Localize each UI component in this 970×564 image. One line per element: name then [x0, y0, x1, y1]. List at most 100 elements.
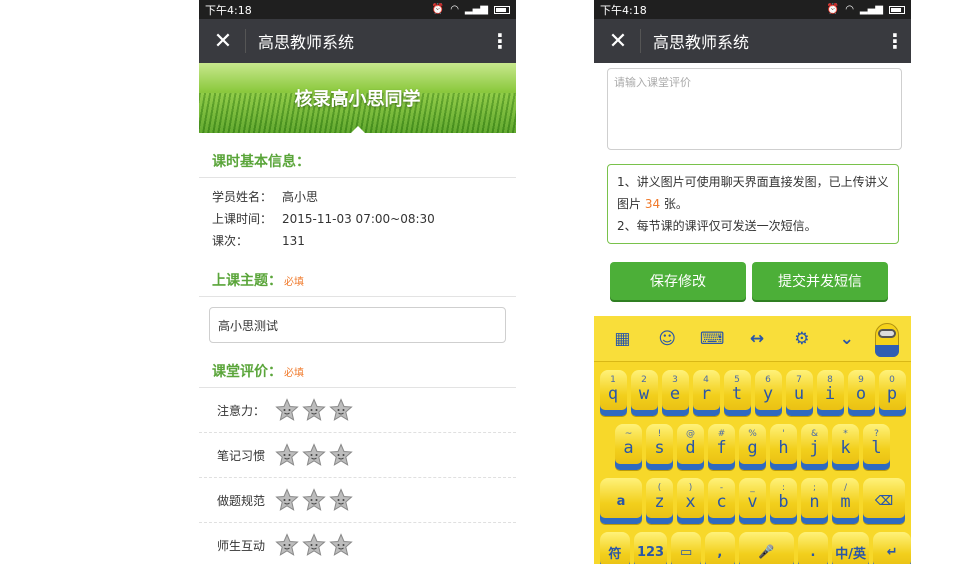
key-a[interactable]: ~ a — [615, 424, 642, 470]
topic-title: 上课主题： 必填 — [199, 252, 516, 297]
key-p[interactable]: 0p — [878, 370, 906, 416]
upload-notice: 1、讲义图片可使用聊天界面直接发图，已上传讲义图片 34 张。 2、每节课的课评… — [607, 164, 899, 244]
star-icon[interactable] — [275, 398, 299, 422]
backspace-icon: ⌫ — [874, 493, 894, 509]
action-buttons: 保存修改 提交并发短信 — [610, 262, 911, 300]
key-e[interactable]: 3e — [661, 370, 689, 416]
star-icon[interactable] — [329, 533, 353, 557]
key-k[interactable]: * k — [832, 424, 859, 470]
star-icon[interactable] — [329, 398, 353, 422]
settings-icon[interactable]: ⚙ — [779, 329, 824, 349]
star-icon[interactable] — [329, 488, 353, 512]
space-voice-key[interactable]: 🎤 — [738, 532, 795, 564]
star-icon[interactable] — [302, 533, 326, 557]
uploaded-count: 34 — [644, 197, 661, 211]
status-time: 下午4:18 — [205, 3, 252, 17]
key-c[interactable]: -c — [708, 478, 735, 524]
info-row-name: 学员姓名： 高小思 — [212, 190, 319, 204]
right-phone-screen: 下午4:18 ⏰ ◠ ▂▄▆ ✕ 高思教师系统 ⋮ 请输入课堂评价 1、讲义图片… — [594, 0, 911, 564]
clipboard-key[interactable]: ▭ — [671, 532, 702, 564]
status-bar: 下午4:18 ⏰ ◠ ▂▄▆ — [594, 0, 911, 19]
key-r[interactable]: 4r — [692, 370, 720, 416]
key-b[interactable]: :b — [770, 478, 797, 524]
star-icon[interactable] — [302, 488, 326, 512]
star-icon[interactable] — [275, 488, 299, 512]
star-icon[interactable] — [302, 398, 326, 422]
key-w[interactable]: 2w — [630, 370, 658, 416]
key-q[interactable]: 1q — [599, 370, 627, 416]
rating-row: 笔记习惯 — [199, 433, 516, 478]
collapse-icon[interactable]: ⌄ — [824, 329, 869, 349]
key-z[interactable]: (z — [646, 478, 673, 524]
emoji-icon[interactable]: ☺ — [645, 329, 690, 349]
more-options-icon[interactable]: ⋮ — [885, 29, 905, 53]
key-row-bottom: 符 123 ▭ , 🎤 . 中/英 ↵ — [594, 532, 911, 564]
key-row-2: ~ a! s @ d # f% g ' h & j * k? l — [594, 424, 911, 470]
star-rating — [275, 443, 353, 467]
signal-icon: ▂▄▆ — [464, 4, 488, 15]
key-row-1: 1q2w3e4r5t6y7u8i9o0p — [594, 370, 911, 416]
app-title: 高思教师系统 — [258, 33, 355, 52]
save-button[interactable]: 保存修改 — [610, 262, 746, 300]
comma-key[interactable]: , — [705, 532, 735, 564]
basic-info-list: 学员姓名： 高小思 上课时间： 2015-11-03 07:00~08:30 课次：… — [199, 178, 516, 252]
divider — [245, 29, 246, 53]
evaluation-textarea[interactable]: 请输入课堂评价 — [607, 68, 902, 150]
minion-mascot-icon — [869, 319, 905, 359]
close-icon[interactable]: ✕ — [209, 29, 237, 54]
enter-key[interactable]: ↵ — [873, 532, 911, 564]
key-f[interactable]: # f — [708, 424, 735, 470]
microphone-icon: 🎤 — [758, 544, 775, 560]
key-v[interactable]: _ v — [739, 478, 766, 524]
rating-label: 做题规范 — [217, 493, 266, 508]
key-x[interactable]: ) x — [677, 478, 704, 524]
star-rating — [275, 488, 353, 512]
info-row-lesson: 课次： 131 — [212, 234, 305, 248]
required-tag: 必填 — [284, 368, 304, 379]
star-icon[interactable] — [275, 533, 299, 557]
evaluation-title: 课堂评价： 必填 — [199, 343, 516, 388]
key-row-3: a (z) x - c _ v: b; n / m ⌫ — [594, 478, 911, 524]
cursor-icon[interactable]: ↔ — [735, 329, 780, 349]
alarm-icon: ⏰ — [826, 4, 840, 15]
topic-input[interactable]: 高小思测试 — [209, 307, 506, 343]
symbols-key[interactable]: 符 — [600, 532, 630, 564]
shift-key[interactable]: a — [600, 478, 642, 524]
wifi-icon: ◠ — [450, 4, 459, 15]
keyboard-toolbar: ▦ ☺ ⌨ ↔ ⚙ ⌄ — [594, 316, 911, 362]
soft-keyboard: ▦ ☺ ⌨ ↔ ⚙ ⌄ 1q2w3e4r5t6y7u8i9o0p ~ a! s @ d #… — [594, 316, 911, 564]
key-d[interactable]: @ d — [677, 424, 704, 470]
star-icon[interactable] — [302, 443, 326, 467]
period-key[interactable]: . — [798, 532, 828, 564]
star-rating — [275, 398, 353, 422]
more-options-icon[interactable]: ⋮ — [490, 29, 510, 53]
key-l[interactable]: ? l — [863, 424, 890, 470]
key-t[interactable]: 5t — [723, 370, 751, 416]
keyboard-icon[interactable]: ⌨ — [690, 329, 735, 349]
backspace-key[interactable]: ⌫ — [863, 478, 905, 524]
language-switch-key[interactable]: 中/英 — [831, 532, 870, 564]
star-icon[interactable] — [275, 443, 299, 467]
key-h[interactable]: ' h — [770, 424, 797, 470]
key-n[interactable]: ; n — [801, 478, 828, 524]
numbers-key[interactable]: 123 — [633, 532, 668, 564]
battery-icon — [889, 5, 905, 14]
key-m[interactable]: / m — [832, 478, 859, 524]
star-icon[interactable] — [329, 443, 353, 467]
rating-label: 师生互动 — [217, 538, 266, 553]
key-u[interactable]: 7u — [785, 370, 813, 416]
banner-notch — [349, 126, 366, 134]
key-o[interactable]: 9o — [847, 370, 875, 416]
alarm-icon: ⏰ — [431, 4, 445, 15]
title-bar: ✕ 高思教师系统 ⋮ — [594, 19, 911, 63]
key-i[interactable]: 8i — [816, 370, 844, 416]
close-icon[interactable]: ✕ — [604, 29, 632, 54]
status-bar: 下午4:18 ⏰ ◠ ▂▄▆ — [199, 0, 516, 19]
apps-icon[interactable]: ▦ — [600, 329, 645, 349]
key-s[interactable]: ! s — [646, 424, 673, 470]
key-j[interactable]: & j — [801, 424, 828, 470]
divider — [640, 29, 641, 53]
key-y[interactable]: 6y — [754, 370, 782, 416]
key-g[interactable]: % g — [739, 424, 766, 470]
submit-sms-button[interactable]: 提交并发短信 — [752, 262, 888, 300]
